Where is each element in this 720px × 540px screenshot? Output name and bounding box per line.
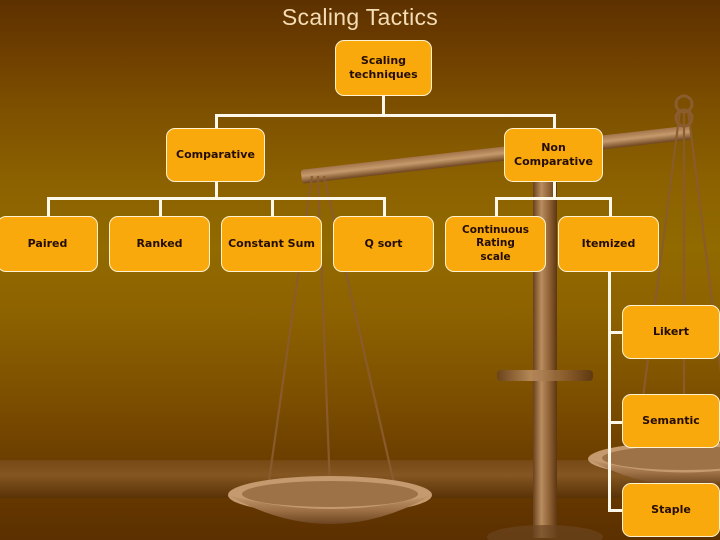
connector-non-comparative-bus <box>496 197 612 200</box>
node-comparative[interactable]: Comparative <box>166 128 265 182</box>
node-semantic[interactable]: Semantic <box>622 394 720 448</box>
connector-comparative-down <box>215 181 218 197</box>
node-label: Staple <box>651 503 691 517</box>
connector-comparative-bus <box>48 197 384 200</box>
node-likert[interactable]: Likert <box>622 305 720 359</box>
node-label: Q sort <box>364 237 403 251</box>
connector-non-comparative-down <box>553 181 556 197</box>
node-staple[interactable]: Staple <box>622 483 720 537</box>
connector-to-paired <box>47 197 50 217</box>
node-q-sort[interactable]: Q sort <box>333 216 434 272</box>
connector-to-ranked <box>159 197 162 217</box>
node-label: Ranked <box>136 237 183 251</box>
node-label: Semantic <box>642 414 700 428</box>
node-constant-sum[interactable]: Constant Sum <box>221 216 322 272</box>
node-label: Non Comparative <box>514 141 593 168</box>
connector-to-non-comparative <box>553 114 556 129</box>
node-label: Paired <box>27 237 68 251</box>
slide-title: Scaling Tactics <box>281 4 439 30</box>
connector-level2-bus <box>216 114 555 117</box>
connector-to-comparative <box>215 114 218 129</box>
node-paired[interactable]: Paired <box>0 216 98 272</box>
node-non-comparative[interactable]: Non Comparative <box>504 128 603 182</box>
node-label: Scaling techniques <box>349 54 418 81</box>
node-scaling-techniques[interactable]: Scaling techniques <box>335 40 432 96</box>
node-label: Likert <box>653 325 689 339</box>
connector-to-itemized <box>609 197 612 217</box>
connector-to-constant-sum <box>271 197 274 217</box>
node-label: Constant Sum <box>228 237 315 251</box>
node-itemized[interactable]: Itemized <box>558 216 659 272</box>
connector-itemized-spine <box>608 271 611 511</box>
connector-to-continuous-rating <box>495 197 498 217</box>
slide-canvas: Scaling Tactics Scaling techniques Compa… <box>0 0 720 540</box>
connector-to-q-sort <box>383 197 386 217</box>
node-label: Itemized <box>581 237 636 251</box>
node-label: Comparative <box>176 148 255 162</box>
node-ranked[interactable]: Ranked <box>109 216 210 272</box>
node-label: Continuous Rating scale <box>462 224 529 263</box>
connector-root-down <box>382 96 385 114</box>
node-continuous-rating-scale[interactable]: Continuous Rating scale <box>445 216 546 272</box>
